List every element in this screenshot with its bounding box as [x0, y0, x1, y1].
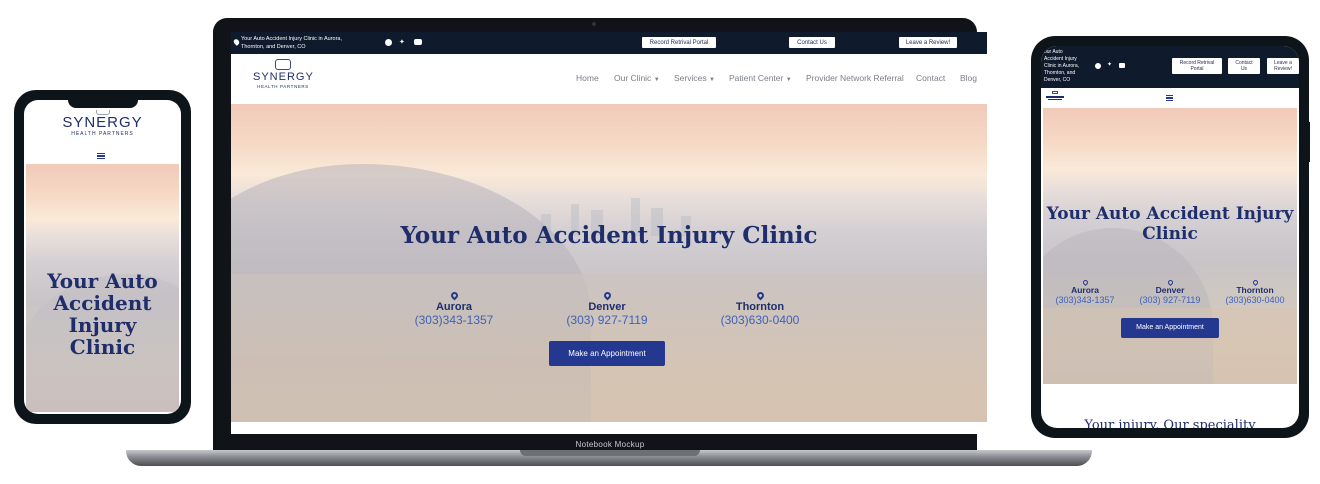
brand-logo[interactable]: SYNERGY HEALTH PARTNERS [253, 59, 313, 89]
laptop-screen: Your Auto Accident Injury Clinic in Auro… [231, 32, 987, 434]
record-retrival-portal-button[interactable]: Record Retrival Portal [642, 37, 716, 48]
location-pin-icon [449, 290, 459, 301]
hero-title: Your Auto Accident Injury Clinic [400, 222, 818, 249]
nav-item-home[interactable]: Home [576, 73, 599, 83]
nav-item-blog[interactable]: Blog [960, 73, 977, 83]
location-denver: Denver (303) 927-7119 [557, 290, 657, 327]
caret-down-icon: ▼ [708, 77, 715, 83]
phone-number[interactable]: (303)630-0400 [1215, 295, 1295, 305]
top-bar: Your Auto Accident Injury Clinic in Auro… [231, 32, 987, 54]
top-bar: our Auto Accident Injury Clinic in Auror… [1041, 46, 1299, 88]
brand-name: SYNERGY [253, 71, 314, 83]
nav-item-our-clinic[interactable]: Our Clinic ▼ [614, 73, 660, 83]
hamburger-menu-icon[interactable] [97, 153, 105, 159]
section-heading: Your injury, Our speciality [1084, 418, 1256, 428]
hero-section: Your Auto Accident Injury Clinic Aurora … [231, 104, 987, 422]
caret-down-icon: ▼ [653, 77, 660, 83]
site-header: SYNERGY HEALTH PARTNERS Home Our Clinic … [231, 54, 987, 104]
location-pin-icon [232, 38, 241, 46]
tablet-mockup-right: our Auto Accident Injury Clinic in Auror… [1031, 36, 1310, 438]
location-aurora: Aurora (303)343-1357 [1045, 278, 1125, 305]
phone-number[interactable]: (303) 927-7119 [1130, 295, 1210, 305]
city-name: Aurora [435, 301, 473, 313]
city-name: Denver [588, 301, 626, 313]
hero-section: Your Auto Accident Injury Clinic Aurora … [1043, 108, 1297, 384]
location-denver: Denver (303) 927-7119 [1130, 278, 1210, 305]
make-appointment-button[interactable]: Make an Appointment [1121, 318, 1219, 338]
record-retrival-portal-button[interactable]: Record Retrival Portal [1172, 58, 1222, 74]
location-thornton: Thornton (303)630-0400 [1215, 278, 1295, 305]
brand-tagline: HEALTH PARTNERS [71, 131, 134, 137]
location-pin-icon [602, 290, 612, 301]
brand-name: SYNERGY [62, 114, 143, 131]
facebook-icon[interactable] [385, 39, 392, 46]
phone-left-screen: SYNERGY HEALTH PARTNERS Your Auto Accide… [24, 100, 181, 414]
nav-item-provider-network-referral[interactable]: Provider Network Referral [806, 73, 904, 83]
nav-item-patient-center[interactable]: Patient Center ▼ [729, 73, 792, 83]
leave-review-button[interactable]: Leave a Review! [899, 37, 957, 48]
logo-mark-icon [275, 59, 291, 70]
laptop-label: Notebook Mockup [575, 440, 645, 449]
hero-section: Your Auto Accident Injury Clinic [26, 164, 179, 412]
phone-number[interactable]: (303)343-1357 [1045, 295, 1125, 305]
facebook-icon[interactable] [1095, 63, 1101, 69]
phone-mockup-left: SYNERGY HEALTH PARTNERS Your Auto Accide… [14, 90, 191, 424]
hero-title: Your Auto Accident Injury Clinic [1046, 204, 1294, 244]
brand-logo[interactable] [1044, 91, 1066, 103]
make-appointment-button[interactable]: Make an Appointment [549, 341, 665, 366]
location-aurora: Aurora (303)343-1357 [404, 290, 504, 327]
nav-item-services[interactable]: Services ▼ [674, 73, 715, 83]
contact-us-button[interactable]: Contact Us [789, 37, 835, 48]
hero-title: Your Auto Accident Injury Clinic [47, 269, 158, 359]
site-header [1041, 88, 1299, 108]
twitter-icon[interactable]: ✦ [1107, 61, 1112, 68]
youtube-icon[interactable] [414, 39, 422, 45]
tablet-side-button [1307, 122, 1310, 162]
phone-number[interactable]: (303)630-0400 [710, 313, 810, 327]
laptop-notch [520, 450, 700, 456]
laptop-camera [592, 22, 596, 26]
city-name: Thornton [735, 301, 785, 313]
tablet-screen: our Auto Accident Injury Clinic in Auror… [1041, 46, 1299, 428]
phone-number[interactable]: (303)343-1357 [404, 313, 504, 327]
brand-tagline: HEALTH PARTNERS [257, 84, 309, 89]
topbar-address: Your Auto Accident Injury Clinic in Auro… [241, 36, 342, 50]
location-thornton: Thornton (303)630-0400 [710, 290, 810, 327]
hamburger-menu-icon[interactable] [1166, 95, 1173, 101]
nav-item-contact[interactable]: Contact [916, 73, 945, 83]
phone-notch [68, 100, 138, 108]
logo-mark-icon [1052, 91, 1058, 94]
topbar-address: our Auto Accident Injury Clinic in Auror… [1044, 49, 1080, 83]
contact-us-button[interactable]: Contact Us [1228, 58, 1260, 74]
phone-number[interactable]: (303) 927-7119 [557, 313, 657, 327]
location-pin-icon [755, 290, 765, 301]
leave-review-button[interactable]: Leave a Review! [1267, 58, 1299, 74]
main-nav: Home Our Clinic ▼ Services ▼ Patient Cen… [571, 73, 981, 85]
youtube-icon[interactable] [1119, 63, 1125, 68]
twitter-icon[interactable]: ✦ [399, 38, 405, 46]
caret-down-icon: ▼ [785, 77, 792, 83]
brand-logo[interactable]: SYNERGY HEALTH PARTNERS [24, 110, 181, 137]
